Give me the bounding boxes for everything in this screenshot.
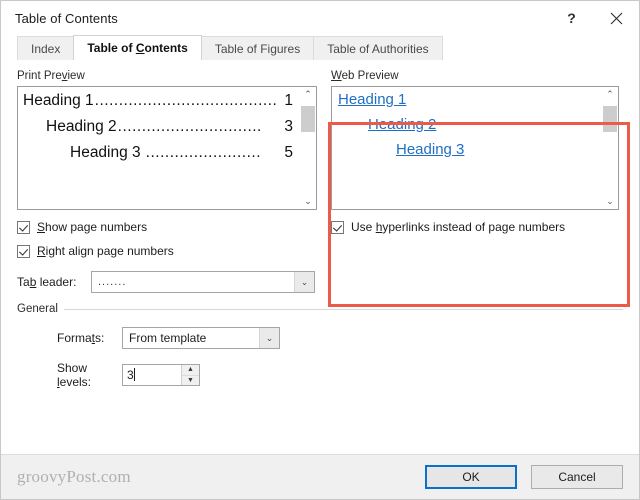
chevron-down-icon[interactable]: ⌄ <box>259 328 279 348</box>
entry-page: 3 <box>284 118 293 135</box>
heading-link[interactable]: Heading 1 <box>338 92 406 107</box>
help-button[interactable]: ? <box>549 1 594 35</box>
question-mark-icon: ? <box>567 10 576 26</box>
formats-value: From template <box>129 331 207 345</box>
tab-leader-dropdown[interactable]: ....... ⌄ <box>91 271 315 293</box>
preview-columns: Print Preview Heading 1 ................… <box>17 60 623 293</box>
ok-button[interactable]: OK <box>425 465 517 489</box>
chevron-up-icon[interactable]: ⌃ <box>300 87 316 102</box>
web-preview-scrollbar[interactable]: ⌃ ⌄ <box>601 87 618 209</box>
entry-label: Heading 1 <box>23 92 94 109</box>
use-hyperlinks-checkbox[interactable]: Use hyperlinks instead of page numbers <box>331 220 619 234</box>
heading-link[interactable]: Heading 3 <box>396 142 464 157</box>
entry-label: Heading 3 <box>70 144 141 161</box>
scrollbar-track[interactable] <box>300 102 316 194</box>
scrollbar-track[interactable] <box>602 102 618 194</box>
tab-leader-value: ....... <box>98 276 127 288</box>
entry-leader: .............................. <box>117 118 262 135</box>
page-title: Table of Contents <box>15 10 118 26</box>
tab-table-of-contents[interactable]: Table of Contents <box>73 35 202 60</box>
right-align-page-numbers-checkbox[interactable]: Right align page numbers <box>17 244 317 258</box>
close-icon <box>610 12 623 25</box>
print-preview-scrollbar[interactable]: ⌃ ⌄ <box>299 87 316 209</box>
web-preview-group: Web Preview Heading 1 Heading 2 Heading … <box>331 70 619 293</box>
tab-strip: Index Table of Contents Table of Figures… <box>1 35 639 60</box>
print-preview-entry: Heading 2 ..............................… <box>22 118 293 136</box>
tab-leader-row: Tab leader: ....... ⌄ <box>17 271 317 293</box>
checkbox-label: Use hyperlinks instead of page numbers <box>351 220 566 234</box>
tab-label: Table of Contents <box>87 41 188 55</box>
footer-buttons: OK Cancel <box>425 465 623 489</box>
entry-page: 1 <box>284 92 293 109</box>
tab-table-of-figures[interactable]: Table of Figures <box>200 36 315 60</box>
tab-leader-label: Tab leader: <box>17 275 77 289</box>
show-levels-input[interactable]: 3 <box>123 368 181 382</box>
show-levels-label: Show levels: <box>57 361 92 389</box>
scrollbar-thumb[interactable] <box>301 106 315 132</box>
tab-label: Index <box>31 41 61 56</box>
chevron-down-icon[interactable]: ⌄ <box>602 194 618 209</box>
title-bar-buttons: ? <box>549 1 639 35</box>
stepper-buttons[interactable]: ▲ ▼ <box>181 365 199 385</box>
chevron-down-icon[interactable]: ⌄ <box>294 272 314 292</box>
tab-label: Table of Authorities <box>327 41 429 56</box>
show-levels-value: 3 <box>127 368 134 382</box>
divider <box>63 308 623 310</box>
web-preview-entry: Heading 2 <box>336 117 595 142</box>
formats-label: Formats: <box>57 331 105 345</box>
checkbox-label: Show page numbers <box>37 220 148 234</box>
stepper-down-icon[interactable]: ▼ <box>182 376 199 386</box>
print-preview-label: Print Preview <box>17 70 85 82</box>
show-page-numbers-checkbox[interactable]: Show page numbers <box>17 220 317 234</box>
dialog-footer: groovyPost.com OK Cancel <box>1 454 639 499</box>
web-preview-content: Heading 1 Heading 2 Heading 3 <box>332 87 601 209</box>
title-bar: Table of Contents ? <box>1 1 639 35</box>
web-preview-entry: Heading 1 <box>336 92 595 117</box>
general-group: General Formats: From template ⌄ Show le… <box>17 303 623 389</box>
web-preview-box: Heading 1 Heading 2 Heading 3 ⌃ ⌄ <box>331 86 619 210</box>
tab-table-of-authorities[interactable]: Table of Authorities <box>313 36 443 60</box>
entry-label: Heading 2 <box>46 118 117 135</box>
stepper-up-icon[interactable]: ▲ <box>182 365 199 376</box>
show-levels-stepper[interactable]: 3 ▲ ▼ <box>122 364 200 386</box>
tab-label: Table of Figures <box>214 41 301 56</box>
text-caret <box>133 368 135 381</box>
close-button[interactable] <box>594 1 639 35</box>
tab-index[interactable]: Index <box>17 36 75 60</box>
scrollbar-thumb[interactable] <box>603 106 617 132</box>
general-group-label: General <box>17 303 58 315</box>
chevron-up-icon[interactable]: ⌃ <box>602 87 618 102</box>
entry-leader: ........................ <box>145 144 262 161</box>
print-preview-entry: Heading 1 ..............................… <box>22 92 293 110</box>
formats-dropdown[interactable]: From template ⌄ <box>122 327 280 349</box>
checkbox-box[interactable] <box>17 244 30 258</box>
print-preview-content: Heading 1 ..............................… <box>18 87 299 209</box>
checkbox-box[interactable] <box>17 220 30 234</box>
watermark: groovyPost.com <box>17 467 131 486</box>
entry-page: 5 <box>284 144 293 161</box>
web-preview-entry: Heading 3 <box>336 142 595 167</box>
entry-leader: ...................................... <box>94 92 278 109</box>
checkbox-label: Right align page numbers <box>37 244 174 258</box>
cancel-button[interactable]: Cancel <box>531 465 623 489</box>
print-preview-group: Print Preview Heading 1 ................… <box>17 70 317 293</box>
general-group-header: General <box>17 303 623 315</box>
heading-link[interactable]: Heading 2 <box>368 117 436 132</box>
table-of-contents-dialog: Table of Contents ? Index Table of Conte… <box>0 0 640 500</box>
formats-row: Formats: From template ⌄ <box>17 327 623 349</box>
chevron-down-icon[interactable]: ⌄ <box>300 194 316 209</box>
print-preview-entry: Heading 3 ........................ 5 <box>22 144 293 162</box>
dialog-body: Print Preview Heading 1 ................… <box>1 60 639 495</box>
web-preview-label: Web Preview <box>331 70 399 82</box>
show-levels-row: Show levels: 3 ▲ ▼ <box>17 361 623 389</box>
print-preview-box: Heading 1 ..............................… <box>17 86 317 210</box>
checkbox-box[interactable] <box>331 220 344 234</box>
